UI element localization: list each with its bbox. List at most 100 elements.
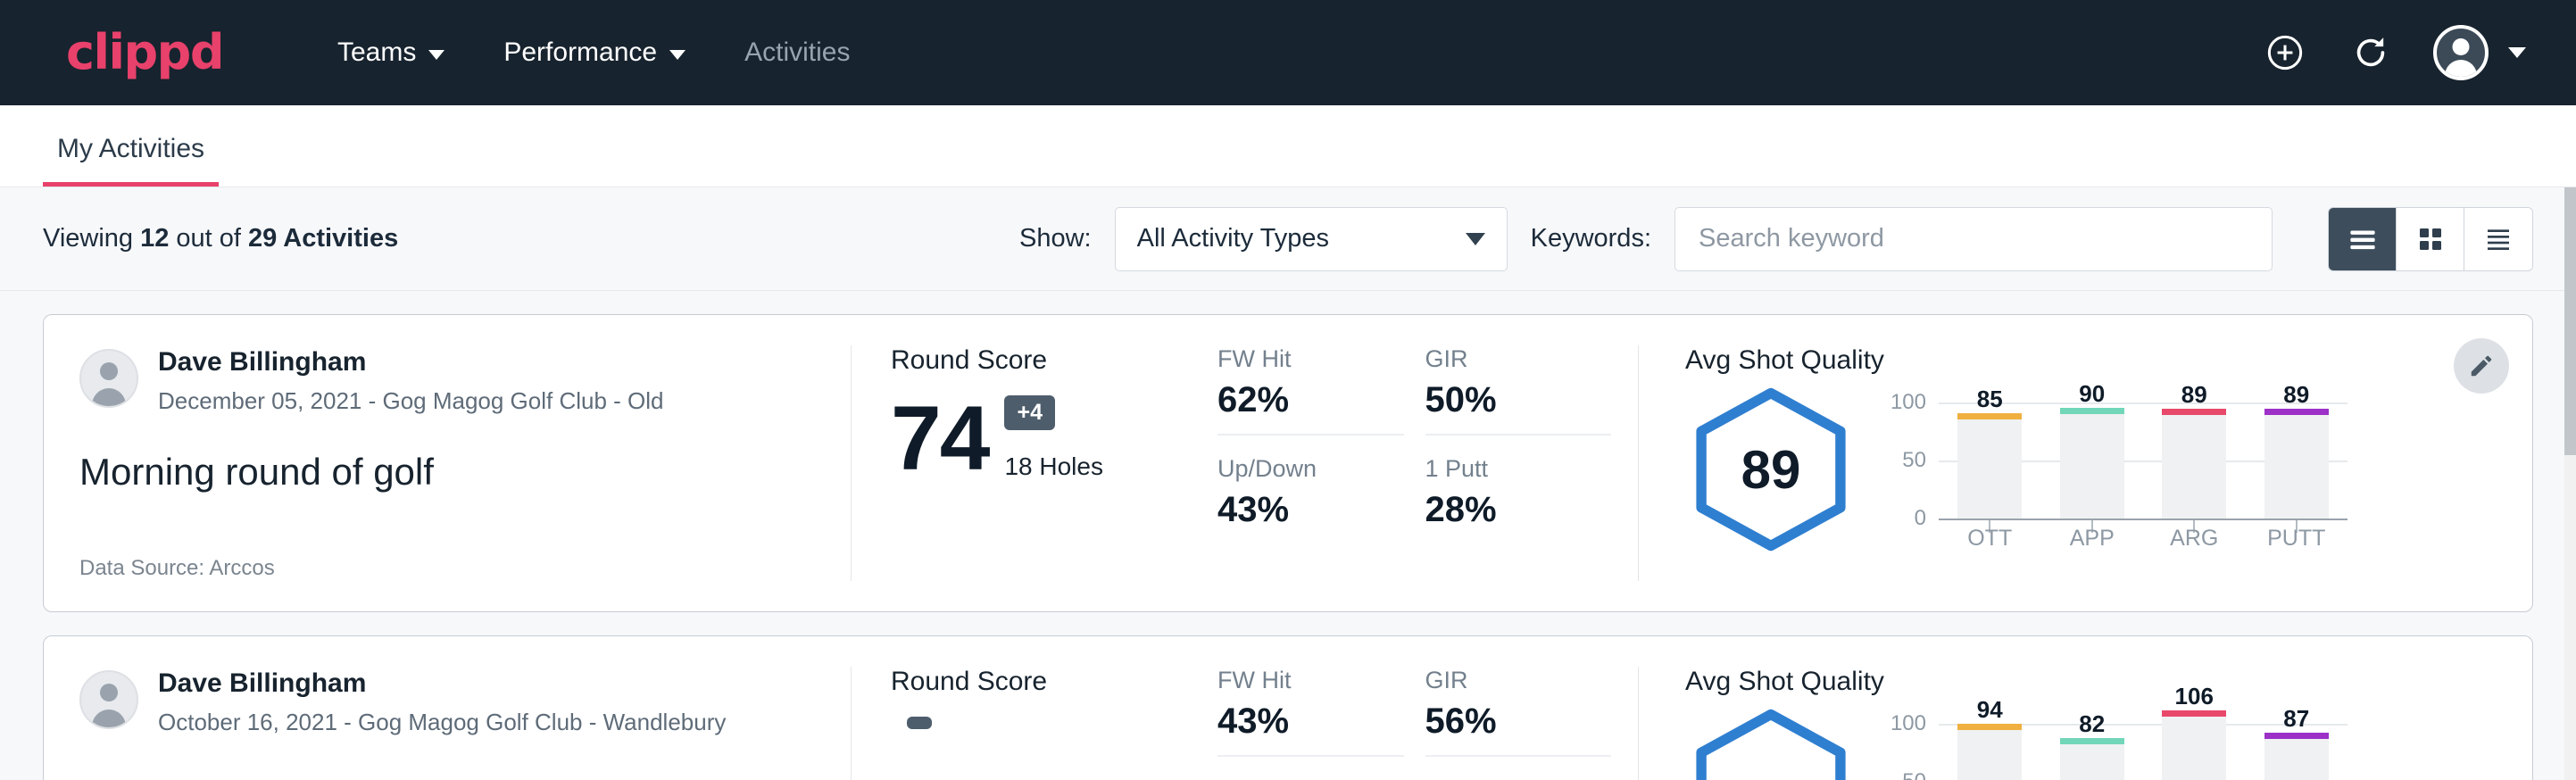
- y-axis-tick: 0: [1915, 506, 1926, 531]
- stat-fw-hit: FW Hit 62%: [1217, 345, 1404, 436]
- stat-value: 62%: [1217, 382, 1404, 418]
- chart-bar-cap: [2264, 733, 2329, 739]
- search-input[interactable]: [1674, 207, 2273, 271]
- nav-item-teams-label: Teams: [337, 37, 416, 68]
- y-axis-tick: 50: [1902, 769, 1926, 780]
- compact-view-button[interactable]: [2464, 208, 2532, 270]
- activity-info: Dave Billingham December 05, 2021 - Gog …: [44, 345, 852, 581]
- chart-bar: [2162, 415, 2226, 519]
- list-view-icon: [2347, 226, 2378, 253]
- chart-plot-area: 948210687: [1939, 706, 2347, 780]
- person-name: Dave Billingham: [158, 667, 726, 701]
- shot-quality-chart: 0 50 100 85 90 89 89 OTT APP ARG PUTT: [1883, 385, 2347, 551]
- x-axis-label: APP: [2060, 526, 2124, 552]
- primary-nav: Teams Performance Activities: [312, 25, 875, 80]
- viewing-total: 29 Activities: [248, 224, 398, 253]
- shot-quality-chart: 050100948210687OTTAPPARGPUTT: [1883, 706, 2347, 780]
- activity-info: Dave Billingham October 16, 2021 - Gog M…: [44, 667, 852, 780]
- tab-my-activities-label: My Activities: [57, 134, 204, 163]
- avatar-body: [2445, 60, 2477, 80]
- activity-type-select[interactable]: All Activity Types: [1115, 207, 1508, 271]
- compact-view-icon: [2483, 225, 2514, 253]
- activity-meta: December 05, 2021 - Gog Magog Golf Club …: [158, 386, 664, 417]
- person-row: Dave Billingham October 16, 2021 - Gog M…: [79, 667, 808, 737]
- add-circle-icon[interactable]: [2262, 29, 2308, 76]
- chart-bar-cap: [2060, 738, 2124, 744]
- show-label: Show:: [1019, 224, 1092, 253]
- score-delta-badge: +4: [1004, 395, 1055, 430]
- score-delta-badge: [907, 717, 932, 729]
- chart-y-axis: 050100: [1883, 385, 1933, 519]
- stat-label: FW Hit: [1217, 667, 1404, 694]
- nav-item-performance[interactable]: Performance: [478, 25, 710, 80]
- chart-bar: [2162, 717, 2226, 780]
- activity-card[interactable]: Dave Billingham October 16, 2021 - Gog M…: [43, 635, 2533, 780]
- top-navbar: clippd Teams Performance Activities: [0, 0, 2576, 105]
- stat-label: 1 Putt: [1425, 455, 1612, 483]
- chart-bar-column: 106: [2162, 706, 2226, 780]
- avatar-head: [2453, 38, 2470, 55]
- chart-bar-value: 90: [2079, 380, 2105, 408]
- page-scrollbar[interactable]: [2564, 187, 2576, 780]
- chart-bar-value: 87: [2283, 705, 2309, 733]
- filter-bar: Viewing 12 out of 29 Activities Show: Al…: [0, 187, 2576, 291]
- avg-shot-quality-section: Avg Shot Quality 89 05010085908989OTTAPP…: [1639, 345, 2532, 581]
- refresh-icon[interactable]: [2347, 29, 2394, 76]
- chart-bar-column: 90: [2060, 385, 2124, 519]
- activity-card[interactable]: Dave Billingham December 05, 2021 - Gog …: [43, 314, 2533, 612]
- chart-bar-column: 89: [2162, 385, 2226, 519]
- edit-activity-button[interactable]: [2454, 338, 2509, 394]
- grid-view-button[interactable]: [2397, 208, 2464, 270]
- x-axis-label: PUTT: [2264, 526, 2329, 552]
- navbar-actions: [2262, 25, 2526, 80]
- pencil-icon: [2468, 353, 2495, 379]
- chart-bar-value: 94: [1977, 696, 2003, 724]
- round-score-row: [891, 717, 1200, 780]
- chart-x-axis: OTT APP ARG PUTT: [1939, 526, 2347, 552]
- round-score-row: 74 +4 18 Holes: [891, 395, 1200, 481]
- chevron-down-icon: [428, 50, 445, 60]
- chart-bar-value: 106: [2175, 683, 2214, 710]
- chart-bar: [2264, 739, 2329, 780]
- scrollbar-thumb[interactable]: [2564, 187, 2576, 455]
- stat-value: 43%: [1217, 492, 1404, 527]
- chart-bar-column: 85: [1957, 385, 2022, 519]
- chart-y-axis: 050100: [1883, 706, 1933, 780]
- stat-value: 28%: [1425, 492, 1612, 527]
- x-axis-label: ARG: [2162, 526, 2226, 552]
- stat-value: 43%: [1217, 703, 1404, 739]
- stat-value: 50%: [1425, 382, 1612, 418]
- round-score-label: Round Score: [891, 667, 1200, 697]
- avatar: [2433, 25, 2489, 80]
- list-view-button[interactable]: [2329, 208, 2397, 270]
- round-score-section: Round Score: [852, 667, 1217, 780]
- x-axis-label: OTT: [1957, 526, 2022, 552]
- viewing-prefix: Viewing: [43, 224, 140, 253]
- keywords-label: Keywords:: [1531, 224, 1651, 253]
- clippd-logo[interactable]: clippd: [66, 29, 223, 77]
- chart-bar-cap: [2162, 710, 2226, 717]
- round-stats: FW Hit 43% GIR 56%: [1217, 667, 1639, 780]
- data-source: Data Source: Arccos: [79, 556, 808, 581]
- tab-my-activities[interactable]: My Activities: [43, 134, 219, 187]
- holes-played: 18 Holes: [1004, 452, 1103, 481]
- stat-up-down: Up/Down 43%: [1217, 455, 1404, 544]
- nav-item-teams[interactable]: Teams: [312, 25, 469, 80]
- y-axis-tick: 100: [1890, 711, 1926, 736]
- avatar-head: [100, 684, 118, 701]
- shot-quality-value: 89: [1741, 439, 1801, 501]
- account-menu[interactable]: [2433, 25, 2526, 80]
- hexagon-icon: [1685, 706, 1857, 780]
- chart-bar-value: 82: [2079, 710, 2105, 738]
- chart-bar: [1957, 730, 2022, 780]
- nav-item-activities[interactable]: Activities: [719, 25, 875, 80]
- stat-fw-hit: FW Hit 43%: [1217, 667, 1404, 757]
- y-axis-tick: 50: [1902, 448, 1926, 473]
- chart-plot-area: 85 90 89 89: [1939, 385, 2347, 519]
- chart-bar-column: 82: [2060, 706, 2124, 780]
- y-axis-tick: 100: [1890, 390, 1926, 415]
- stat-value: 56%: [1425, 703, 1612, 739]
- chart-bar-column: 89: [2264, 385, 2329, 519]
- viewing-middle: out of: [169, 224, 248, 253]
- chart-bar-value: 89: [2181, 381, 2207, 409]
